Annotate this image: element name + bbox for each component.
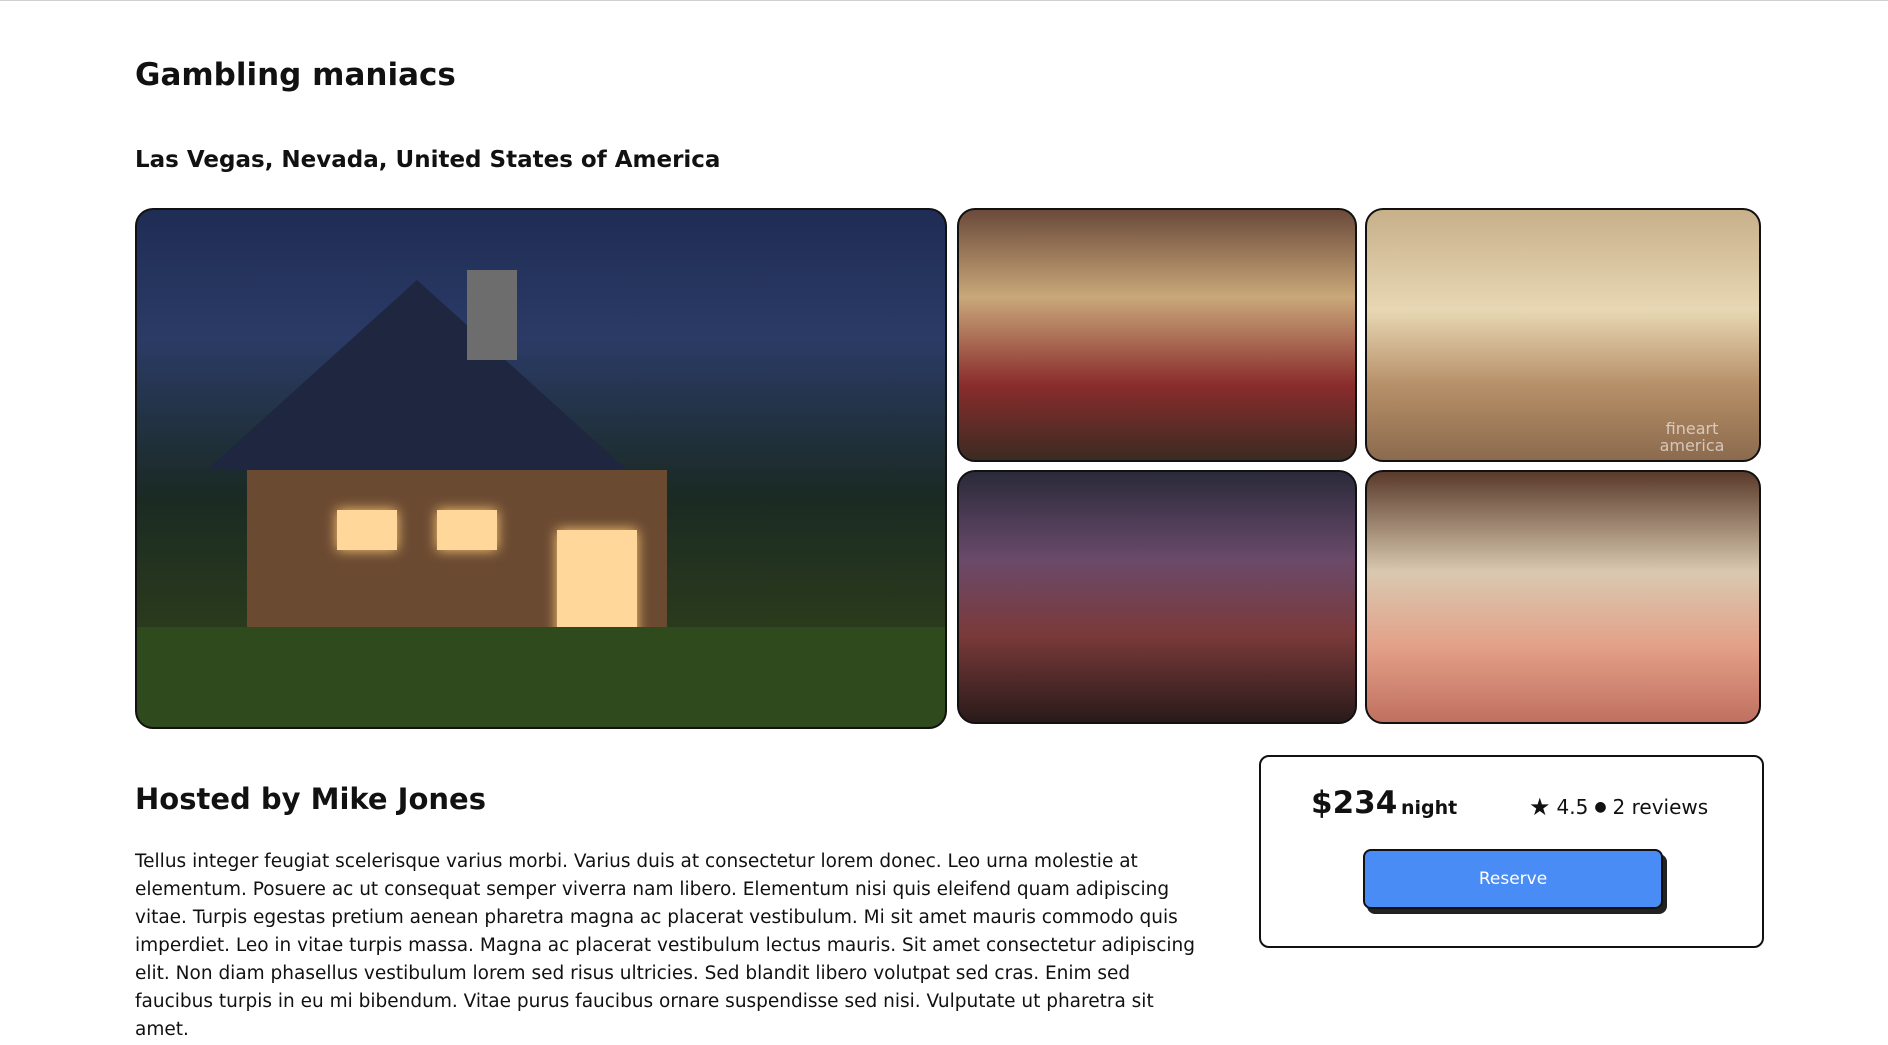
- reviews-count[interactable]: 2 reviews: [1613, 795, 1709, 819]
- watermark: fineart america: [1659, 419, 1725, 455]
- main-photo-house[interactable]: [135, 208, 947, 729]
- house-window: [337, 510, 397, 550]
- reserve-button[interactable]: Reserve: [1363, 849, 1663, 909]
- rating-summary: ★ 4.5 ● 2 reviews: [1529, 793, 1708, 821]
- listing-description: Tellus integer feugiat scelerisque variu…: [135, 851, 1195, 1040]
- house-chimney: [467, 270, 517, 360]
- photo-casino-floor[interactable]: [957, 470, 1357, 724]
- house-roof: [207, 280, 627, 470]
- price: $234: [1311, 785, 1398, 821]
- house-window: [437, 510, 497, 550]
- rating-value: 4.5: [1556, 795, 1589, 819]
- price-unit: night: [1401, 797, 1458, 819]
- photo-gallery: fineart america: [135, 208, 1761, 729]
- photo-casino-lobby[interactable]: [957, 208, 1357, 462]
- dot-icon: ●: [1594, 799, 1607, 815]
- host-heading: Hosted by Mike Jones: [135, 782, 486, 816]
- photo-baccarat-table[interactable]: [1365, 470, 1761, 724]
- listing-location: Las Vegas, Nevada, United States of Amer…: [135, 147, 721, 173]
- listing-title: Gambling maniacs: [135, 57, 456, 93]
- booking-card: $234 night ★ 4.5 ● 2 reviews Reserve: [1259, 755, 1764, 948]
- photo-casino-rotunda[interactable]: fineart america: [1365, 208, 1761, 462]
- lawn: [137, 627, 945, 727]
- star-icon: ★: [1529, 793, 1551, 821]
